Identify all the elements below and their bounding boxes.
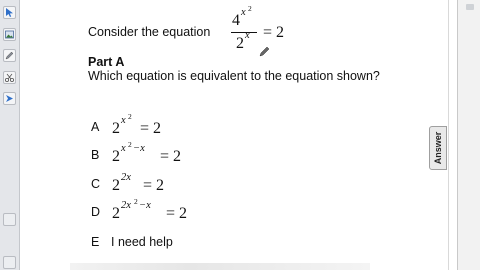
option-letter: A <box>91 120 100 134</box>
option-letter: E <box>91 235 100 249</box>
toolbar-empty-slot <box>3 213 16 226</box>
option-exponent: x <box>121 143 126 154</box>
scissors-icon[interactable] <box>3 71 16 84</box>
option-exponent: 2x <box>121 172 131 183</box>
option-letter: C <box>91 177 101 191</box>
option-rhs: = 2 <box>166 205 188 222</box>
part-label: Part A <box>88 55 125 69</box>
option-base: 2 <box>112 205 120 222</box>
option-rhs: = 2 <box>140 120 162 137</box>
bookmark-icon[interactable] <box>3 92 16 105</box>
option-base: 2 <box>112 148 120 165</box>
option-exponent: 2x <box>121 200 131 211</box>
fraction-bar <box>231 32 257 33</box>
option-letter: D <box>91 205 101 219</box>
numerator-base: 4 <box>232 12 240 29</box>
denominator-exponent: x <box>245 30 250 41</box>
answer-tab[interactable]: Answer <box>429 126 447 170</box>
option-exponent-rest: −x <box>133 143 145 154</box>
option-exponent-rest: −x <box>139 200 151 211</box>
image-icon[interactable] <box>3 28 16 41</box>
answer-tab-label: Answer <box>433 131 443 165</box>
bottom-cutoff-region <box>70 263 370 270</box>
numerator-exponent-power: 2 <box>248 4 252 13</box>
option-exponent-power: 2 <box>128 140 132 149</box>
content-divider <box>448 0 449 270</box>
option-exponent-power: 2 <box>134 197 138 206</box>
toolbar-empty-slot <box>3 256 16 269</box>
question-prompt: Consider the equation <box>88 25 211 39</box>
numerator-exponent: x <box>241 7 246 18</box>
scroll-up-arrow-icon[interactable] <box>466 4 474 10</box>
right-scroll-panel <box>457 0 480 270</box>
option-base: 2 <box>112 120 120 137</box>
option-exponent-power: 2 <box>128 112 132 121</box>
denominator-base: 2 <box>236 35 244 52</box>
equation-rhs: = 2 <box>263 24 285 41</box>
option-rhs: = 2 <box>143 177 165 194</box>
option-text: I need help <box>111 235 173 249</box>
option-base: 2 <box>112 177 120 194</box>
option-letter: B <box>91 148 100 162</box>
option-rhs: = 2 <box>160 148 182 165</box>
option-exponent: x <box>121 115 126 126</box>
part-question: Which equation is equivalent to the equa… <box>88 69 380 83</box>
pencil-icon[interactable] <box>3 49 16 62</box>
cursor-icon[interactable] <box>3 6 16 19</box>
pencil-cursor-icon <box>259 46 270 57</box>
left-toolbar <box>0 0 20 270</box>
